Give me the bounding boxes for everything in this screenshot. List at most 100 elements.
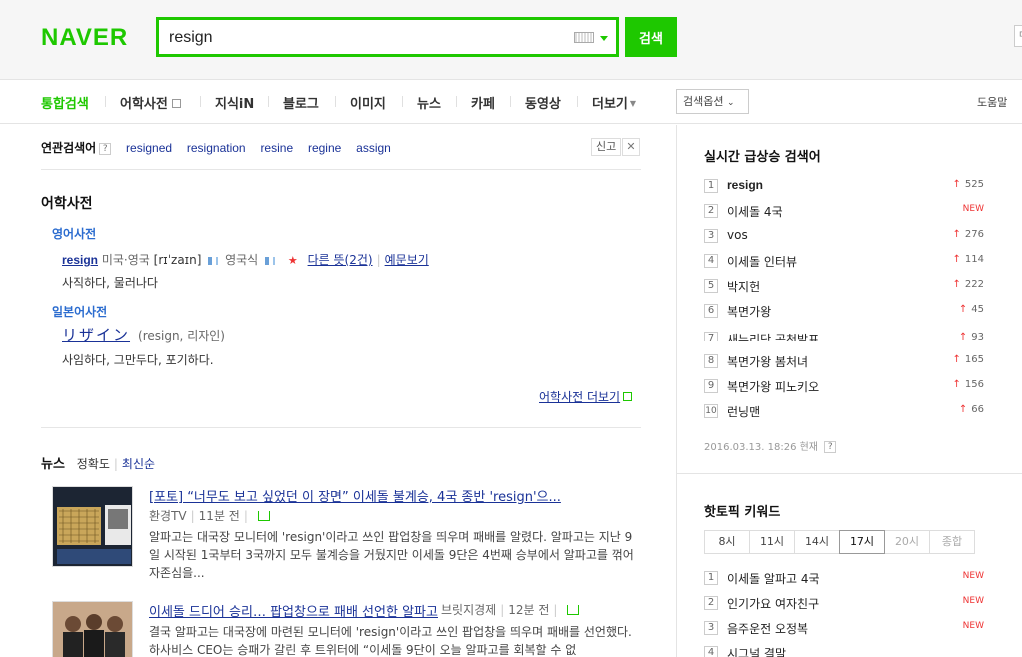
star-icon[interactable]: ★: [288, 254, 298, 267]
related-keyword[interactable]: assign: [356, 141, 391, 155]
english-headword[interactable]: resign: [62, 253, 98, 267]
help-icon[interactable]: ?: [99, 143, 112, 155]
rank-keyword[interactable]: 복면가왕 봄처녀: [727, 353, 808, 370]
hot-topic-item[interactable]: 1 이세돌 알파고 4국 NEW: [704, 569, 984, 589]
rank-keyword[interactable]: 이세돌 알파고 4국: [727, 570, 820, 587]
tab-divider: [510, 96, 511, 107]
tab-more[interactable]: 더보기 ▼: [592, 93, 636, 112]
rank-keyword[interactable]: 런닝맨: [727, 403, 760, 420]
rank-change-value: 525: [964, 179, 984, 190]
realtime-item[interactable]: 9 복면가왕 피노키오 ↑ 156: [704, 377, 984, 397]
rank-change-value: 114: [964, 254, 984, 265]
new-badge: NEW: [962, 596, 984, 606]
rank-keyword[interactable]: 이세돌 인터뷰: [727, 253, 797, 270]
dictionary-section-title: 어학사전: [41, 196, 93, 212]
dictionary-more-link[interactable]: 어학사전 더보기: [539, 388, 633, 405]
realtime-title: 실시간 급상승 검색어: [704, 150, 821, 165]
realtime-item[interactable]: 3 vos ↑ 276: [704, 227, 984, 247]
realtime-item[interactable]: 5 박지헌 ↑ 222: [704, 277, 984, 297]
rank-keyword[interactable]: 시그널 결말: [727, 645, 786, 657]
rank-keyword[interactable]: 새누리당 공천발표: [727, 331, 819, 341]
separator: |: [190, 509, 195, 523]
hot-topic-item[interactable]: 4 시그널 결말: [704, 644, 984, 657]
share-icon[interactable]: [567, 605, 580, 615]
news-title[interactable]: [포토] “너무도 보고 싶었던 이 장면” 이세돌 불계승, 4국 종반 'r…: [149, 486, 561, 505]
rank-keyword[interactable]: 복면가왕 피노키오: [727, 378, 819, 395]
tab-kin[interactable]: 지식iN: [215, 93, 254, 112]
naver-logo[interactable]: NAVER: [41, 24, 128, 52]
search-button[interactable]: 검색: [625, 17, 677, 57]
rank-change-value: 66: [971, 404, 984, 415]
up-arrow-icon: ↑: [952, 229, 961, 240]
pronunciation: [rɪˈzaɪn]: [153, 253, 202, 267]
realtime-item[interactable]: 1 resign ↑ 525: [704, 177, 984, 197]
realtime-item[interactable]: 4 이세돌 인터뷰 ↑ 114: [704, 252, 984, 272]
rank-keyword[interactable]: 복면가왕: [727, 303, 771, 320]
search-box: [156, 17, 619, 57]
realtime-item[interactable]: 10 런닝맨 ↑ 66: [704, 402, 984, 422]
search-input[interactable]: [169, 27, 559, 49]
search-tabs-bar: 통합검색 어학사전 지식iN 블로그 이미지 뉴스 카페 동영상 더보기 ▼: [0, 80, 1022, 124]
tab-video[interactable]: 동영상: [525, 93, 561, 112]
rank-keyword[interactable]: 음주운전 오정복: [727, 620, 808, 637]
speaker-icon[interactable]: [208, 257, 219, 265]
rank-keyword[interactable]: 이세돌 4국: [727, 203, 783, 220]
hour-tab[interactable]: 11시: [749, 530, 795, 554]
news-thumbnail[interactable]: [52, 601, 133, 657]
related-keyword[interactable]: resigned: [126, 141, 172, 155]
news-snippet: 결국 알파고는 대국장에 마련된 모니터에 'resign'이라고 쓰인 팝업창…: [149, 625, 632, 657]
header-edge-box[interactable]: ㅁ: [1014, 25, 1022, 47]
realtime-item[interactable]: 8 복면가왕 봄처녀 ↑ 165: [704, 352, 984, 372]
rank-number: 9: [704, 379, 718, 393]
rank-keyword[interactable]: 박지헌: [727, 278, 760, 295]
report-button[interactable]: 신고: [591, 138, 622, 156]
news-title[interactable]: 이세돌 드디어 승리… 팝업창으로 패배 선언한 알파고: [149, 601, 438, 620]
news-thumbnail[interactable]: [52, 486, 133, 567]
rank-keyword[interactable]: vos: [727, 228, 748, 242]
rank-keyword[interactable]: 인기가요 여자친구: [727, 595, 819, 612]
japanese-headword[interactable]: リザイン: [62, 326, 130, 344]
share-icon[interactable]: [257, 511, 270, 521]
rank-number: 4: [704, 254, 718, 268]
tab-cafe[interactable]: 카페: [471, 93, 495, 112]
related-keyword[interactable]: resignation: [187, 141, 246, 155]
other-meanings-link[interactable]: 다른 뜻(2건): [308, 253, 373, 267]
hour-tab[interactable]: 8시: [704, 530, 750, 554]
tab-news[interactable]: 뉴스: [417, 93, 441, 112]
rank-keyword[interactable]: resign: [727, 178, 763, 192]
news-photo: [53, 487, 132, 566]
realtime-item[interactable]: 2 이세돌 4국 NEW: [704, 202, 984, 222]
hour-tab-active[interactable]: 17시: [839, 530, 885, 554]
english-dictionary-label[interactable]: 영어사전: [52, 225, 96, 242]
examples-link[interactable]: 예문보기: [385, 253, 429, 267]
help-link[interactable]: 도움말: [977, 94, 1007, 110]
tab-dictionary[interactable]: 어학사전: [120, 93, 181, 112]
rank-change: ↑ 156: [953, 379, 984, 390]
hour-tab[interactable]: 14시: [794, 530, 840, 554]
help-icon[interactable]: ?: [824, 441, 837, 453]
keyboard-icon[interactable]: [574, 32, 594, 43]
rank-number: 7: [704, 332, 718, 341]
autocomplete-arrow-icon[interactable]: [600, 36, 608, 41]
rank-number: 5: [704, 279, 718, 293]
tab-integrated[interactable]: 통합검색: [41, 93, 89, 112]
realtime-timestamp: 2016.03.13. 18:26 현재 ?: [704, 438, 837, 453]
hot-topic-item[interactable]: 3 음주운전 오정복 NEW: [704, 619, 984, 639]
close-icon[interactable]: ✕: [622, 138, 640, 156]
tab-image[interactable]: 이미지: [350, 93, 386, 112]
news-section-title: 뉴스: [41, 457, 65, 472]
right-sidebar: 실시간 급상승 검색어 1 resign ↑ 525 2 이세돌 4국 NEW 3…: [676, 125, 1022, 657]
related-keyword[interactable]: resine: [260, 141, 293, 155]
realtime-item[interactable]: 6 복면가왕 ↑ 45: [704, 302, 984, 322]
japanese-dictionary-label[interactable]: 일본어사전: [52, 303, 107, 320]
timestamp-text: 2016.03.13. 18:26 현재: [704, 442, 819, 453]
sort-accuracy[interactable]: 정확도: [77, 457, 110, 471]
search-options-button[interactable]: 검색옵션 ⌄: [676, 89, 749, 114]
related-keyword[interactable]: regine: [308, 141, 341, 155]
sort-latest[interactable]: 최신순: [122, 457, 155, 471]
header: NAVER 검색 ㅁ: [0, 0, 1022, 80]
tab-blog[interactable]: 블로그: [283, 93, 319, 112]
hot-topic-item[interactable]: 2 인기가요 여자친구 NEW: [704, 594, 984, 614]
speaker-icon[interactable]: [265, 257, 276, 265]
realtime-item[interactable]: 7 새누리당 공천발표 ↑ 93: [704, 330, 984, 341]
